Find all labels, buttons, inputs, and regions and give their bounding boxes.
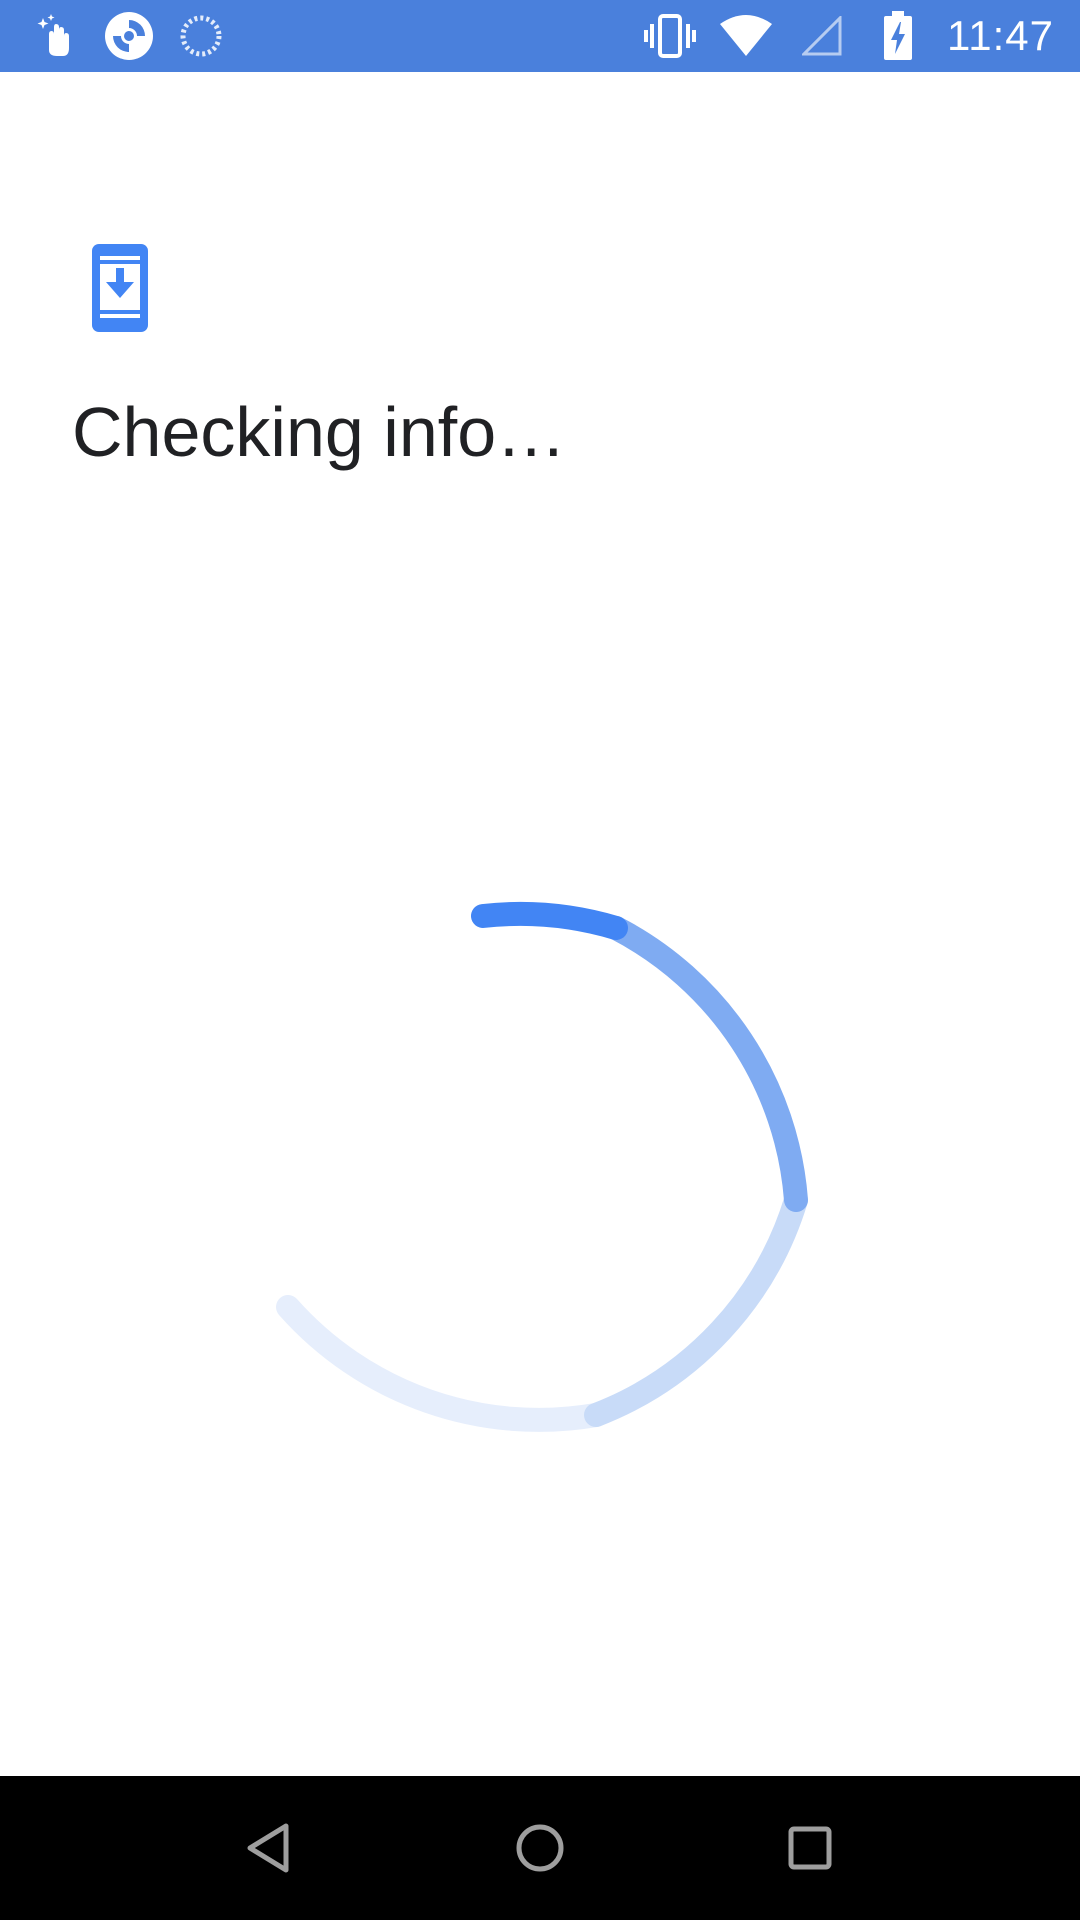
loading-spinner (276, 902, 808, 1432)
recents-icon[interactable] (770, 1808, 850, 1888)
battery-charging-icon (871, 9, 925, 63)
navigation-bar (0, 1776, 1080, 1920)
loading-ring-icon (174, 9, 228, 63)
status-notification-icons (30, 0, 228, 72)
status-bar: 11:47 (0, 0, 1080, 72)
cell-signal-icon (795, 9, 849, 63)
status-system-icons: 11:47 (643, 0, 1054, 72)
phone-download-icon (88, 240, 152, 336)
gesture-hand-icon (30, 9, 84, 63)
wifi-icon (719, 9, 773, 63)
vibrate-icon (643, 9, 697, 63)
home-icon[interactable] (500, 1808, 580, 1888)
main-content: Checking info… (0, 72, 1080, 1776)
status-clock: 11:47 (947, 12, 1054, 59)
back-icon[interactable] (230, 1808, 310, 1888)
page-title: Checking info… (72, 393, 567, 471)
app-sync-icon (102, 9, 156, 63)
